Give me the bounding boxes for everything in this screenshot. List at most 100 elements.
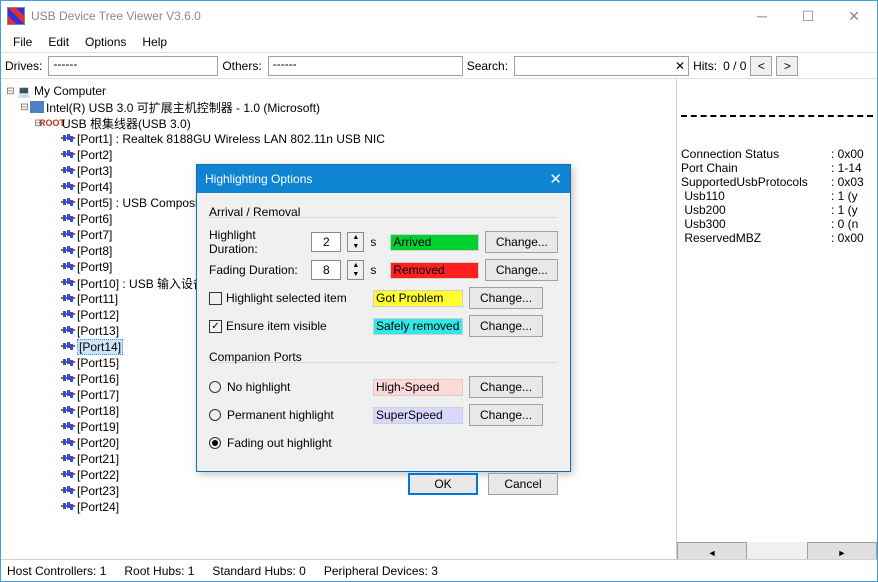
tree-port[interactable]: [Port2] (77, 148, 112, 162)
usb-port-icon (61, 309, 75, 321)
fading-duration-input[interactable] (311, 260, 341, 280)
highlight-selected-checkbox[interactable]: Highlight selected item (209, 291, 359, 305)
others-combo[interactable]: ------ (268, 56, 463, 76)
highlight-duration-input[interactable] (311, 232, 341, 252)
drives-label: Drives: (5, 59, 44, 73)
radio-fading-highlight[interactable]: Fading out highlight (209, 436, 359, 450)
drives-combo[interactable]: ------ (48, 56, 218, 76)
radio-no-highlight[interactable]: No highlight (209, 380, 359, 394)
tree-port[interactable]: [Port17] (77, 388, 119, 402)
cancel-button[interactable]: Cancel (488, 473, 558, 495)
next-hit-button[interactable]: > (776, 56, 798, 76)
fading-duration-spinner[interactable]: ▲▼ (347, 260, 364, 280)
title-bar: USB Device Tree Viewer V3.6.0 ─ ☐ ✕ (1, 1, 877, 31)
usb-port-icon (61, 469, 75, 481)
minimize-button[interactable]: ─ (739, 1, 785, 31)
tree-port[interactable]: [Port20] (77, 436, 119, 450)
tree-port[interactable]: [Port1] : Realtek 8188GU Wireless LAN 80… (77, 132, 385, 146)
swatch-removed: Removed (390, 262, 479, 279)
tree-port[interactable]: [Port8] (77, 244, 112, 258)
tree-port[interactable]: [Port15] (77, 356, 119, 370)
usb-port-icon (61, 501, 75, 513)
usb-port-icon (61, 357, 75, 369)
maximize-button[interactable]: ☐ (785, 1, 831, 31)
tree-port[interactable]: [Port4] (77, 180, 112, 194)
prev-hit-button[interactable]: < (750, 56, 772, 76)
menu-help[interactable]: Help (134, 33, 175, 51)
usb-port-icon (61, 229, 75, 241)
menu-edit[interactable]: Edit (40, 33, 77, 51)
tree-port[interactable]: [Port6] (77, 212, 112, 226)
change-arrived-button[interactable]: Change... (485, 231, 558, 253)
change-superspeed-button[interactable]: Change... (469, 404, 543, 426)
usb-port-icon (61, 261, 75, 273)
roothub-icon: ROOT (44, 116, 60, 130)
status-bar: Host Controllers: 1 Root Hubs: 1 Standar… (1, 559, 877, 581)
change-highspeed-button[interactable]: Change... (469, 376, 543, 398)
tree-port[interactable]: [Port19] (77, 420, 119, 434)
usb-port-icon (61, 245, 75, 257)
ok-button[interactable]: OK (408, 473, 478, 495)
window-title: USB Device Tree Viewer V3.6.0 (31, 9, 739, 23)
swatch-arrived: Arrived (390, 234, 479, 251)
highlighting-options-dialog: Highlighting Options ✕ Arrival / Removal… (196, 164, 571, 472)
ensure-visible-checkbox[interactable]: ✓Ensure item visible (209, 319, 359, 333)
usb-port-icon (61, 277, 75, 289)
controller-icon (30, 101, 44, 113)
tree-port[interactable]: [Port14] (77, 339, 123, 355)
usb-port-icon (61, 181, 75, 193)
tree-port[interactable]: [Port9] (77, 260, 112, 274)
usb-port-icon (61, 437, 75, 449)
tree-port[interactable]: [Port23] (77, 484, 119, 498)
swatch-safely-removed: Safely removed (373, 318, 463, 335)
usb-port-icon (61, 421, 75, 433)
usb-port-icon (61, 213, 75, 225)
fading-duration-label: Fading Duration: (209, 263, 305, 277)
search-label: Search: (467, 59, 510, 73)
swatch-superspeed: SuperSpeed (373, 407, 463, 424)
tree-port[interactable]: [Port18] (77, 404, 119, 418)
horizontal-scrollbar[interactable]: ◄► (677, 542, 877, 559)
tree-port[interactable]: [Port21] (77, 452, 119, 466)
tree-port[interactable]: [Port10] : USB 输入设备 (77, 275, 205, 292)
tree-port[interactable]: [Port11] (77, 292, 118, 306)
swatch-high-speed: High-Speed (373, 379, 463, 396)
status-peripheral-devices: Peripheral Devices: 3 (324, 564, 438, 578)
menu-options[interactable]: Options (77, 33, 134, 51)
dialog-title: Highlighting Options (205, 172, 312, 186)
tree-root[interactable]: My Computer (34, 84, 106, 98)
collapse-icon[interactable]: ⊟ (5, 86, 16, 97)
details-panel: Connection Status: 0x00Port Chain: 1-14S… (677, 79, 877, 559)
usb-port-icon (61, 389, 75, 401)
usb-port-icon (61, 197, 75, 209)
status-standard-hubs: Standard Hubs: 0 (212, 564, 305, 578)
change-removed-button[interactable]: Change... (485, 259, 558, 281)
dialog-titlebar[interactable]: Highlighting Options ✕ (197, 165, 570, 193)
dialog-close-icon[interactable]: ✕ (549, 170, 562, 188)
tree-port[interactable]: [Port22] (77, 468, 119, 482)
tree-port[interactable]: [Port13] (77, 324, 119, 338)
tree-roothub[interactable]: USB 根集线器(USB 3.0) (62, 115, 191, 132)
highlight-duration-spinner[interactable]: ▲▼ (347, 232, 364, 252)
menu-file[interactable]: File (5, 33, 40, 51)
close-button[interactable]: ✕ (831, 1, 877, 31)
hits-label: Hits: (693, 59, 719, 73)
usb-port-icon (61, 341, 75, 353)
others-label: Others: (222, 59, 263, 73)
app-icon (7, 7, 25, 25)
collapse-icon[interactable]: ⊟ (19, 102, 30, 113)
usb-port-icon (61, 293, 75, 305)
change-problem-button[interactable]: Change... (469, 287, 543, 309)
tree-port[interactable]: [Port16] (77, 372, 119, 386)
tree-port[interactable]: [Port24] (77, 500, 119, 514)
radio-permanent-highlight[interactable]: Permanent highlight (209, 408, 359, 422)
change-safe-button[interactable]: Change... (469, 315, 543, 337)
status-root-hubs: Root Hubs: 1 (124, 564, 194, 578)
tree-port[interactable]: [Port3] (77, 164, 112, 178)
tree-port[interactable]: [Port7] (77, 228, 112, 242)
tree-controller[interactable]: Intel(R) USB 3.0 可扩展主机控制器 - 1.0 (Microso… (46, 99, 320, 116)
search-input[interactable]: ✕ (514, 56, 689, 76)
clear-search-icon[interactable]: ✕ (675, 59, 685, 73)
usb-port-icon (61, 133, 75, 145)
tree-port[interactable]: [Port12] (77, 308, 119, 322)
